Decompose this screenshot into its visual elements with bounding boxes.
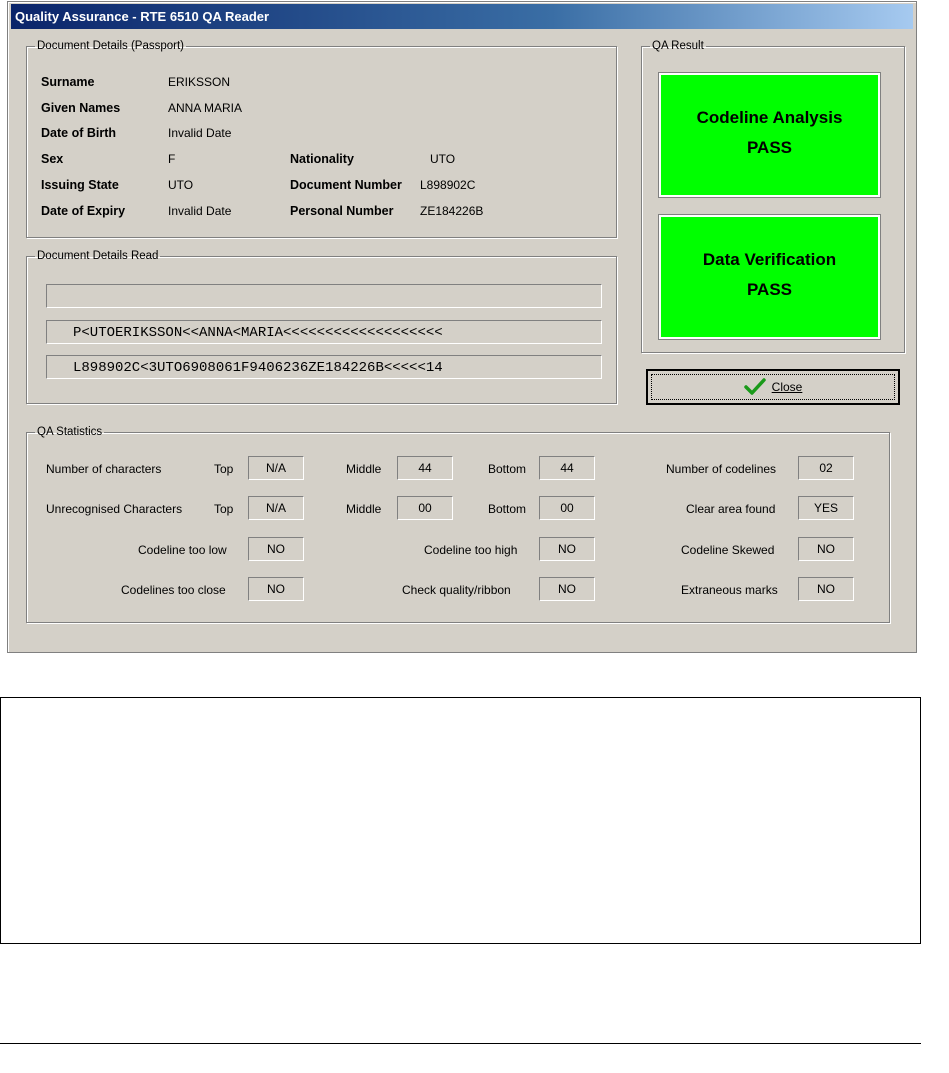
sex-label: Sex [41, 152, 64, 166]
personal-number-value: ZE184226B [420, 204, 484, 218]
unrec-top-value: N/A [248, 496, 304, 520]
sex-value: F [168, 152, 176, 166]
codeline-2: P<UTOERIKSSON<<ANNA<MARIA<<<<<<<<<<<<<<<… [46, 320, 602, 344]
data-verification-title: Data Verification [702, 250, 837, 269]
data-verification-status: PASS [746, 280, 793, 299]
codeline-analysis-status: PASS [746, 138, 793, 157]
unrec-bottom-label: Bottom [488, 502, 527, 516]
qa-statistics-legend: QA Statistics [37, 426, 103, 438]
document-read-legend: Document Details Read [37, 250, 159, 262]
number-of-codelines-label: Number of codelines [666, 462, 777, 476]
extraneous-marks-label: Extraneous marks [681, 583, 778, 597]
codeline-skewed-value: NO [798, 537, 854, 561]
codeline-3: L898902C<3UTO6908061F9406236ZE184226B<<<… [46, 355, 602, 379]
num-bottom-label: Bottom [488, 462, 527, 476]
expiry-label: Date of Expiry [41, 204, 126, 218]
qa-reader-window: Quality Assurance - RTE 6510 QA Reader D… [7, 1, 917, 653]
codeline-too-high-label: Codeline too high [424, 543, 518, 557]
nationality-label: Nationality [290, 152, 354, 166]
codeline-analysis-title: Codeline Analysis [696, 108, 843, 127]
number-of-characters-label: Number of characters [46, 462, 162, 476]
check-quality-value: NO [539, 577, 595, 601]
close-button-focus: Close [651, 374, 895, 400]
empty-frame [0, 697, 921, 944]
surname-value: ERIKSSON [168, 75, 231, 89]
clear-area-label: Clear area found [686, 502, 776, 516]
given-names-value: ANNA MARIA [168, 101, 243, 115]
codeline-analysis-panel: Codeline Analysis PASS [658, 72, 881, 198]
unrec-top-label: Top [214, 502, 234, 516]
issuing-state-value: UTO [168, 178, 194, 192]
codeline-too-low-label: Codeline too low [138, 543, 227, 557]
dob-label: Date of Birth [41, 126, 116, 140]
unrec-middle-value: 00 [397, 496, 453, 520]
document-number-value: L898902C [420, 178, 476, 192]
close-button[interactable]: Close [646, 369, 900, 405]
num-chars-bottom-value: 44 [539, 456, 595, 480]
check-quality-label: Check quality/ribbon [402, 583, 511, 597]
window-title: Quality Assurance - RTE 6510 QA Reader [11, 4, 913, 29]
document-number-label: Document Number [290, 178, 402, 192]
personal-number-label: Personal Number [290, 204, 394, 218]
surname-label: Surname [41, 75, 95, 89]
extraneous-marks-value: NO [798, 577, 854, 601]
codeline-skewed-label: Codeline Skewed [681, 543, 775, 557]
num-top-label: Top [214, 462, 234, 476]
document-details-legend: Document Details (Passport) [37, 40, 184, 52]
codelines-too-close-label: Codelines too close [121, 583, 226, 597]
nationality-value: UTO [430, 152, 456, 166]
dob-value: Invalid Date [168, 126, 232, 140]
num-middle-label: Middle [346, 462, 382, 476]
unrec-bottom-value: 00 [539, 496, 595, 520]
num-chars-middle-value: 44 [397, 456, 453, 480]
expiry-value: Invalid Date [168, 204, 232, 218]
qa-result-legend: QA Result [652, 40, 704, 52]
given-names-label: Given Names [41, 101, 121, 115]
close-button-label: Close [771, 380, 803, 394]
num-chars-top-value: N/A [248, 456, 304, 480]
number-of-codelines-value: 02 [798, 456, 854, 480]
clear-area-value: YES [798, 496, 854, 520]
unrecognised-characters-label: Unrecognised Characters [46, 502, 183, 516]
data-verification-panel: Data Verification PASS [658, 214, 881, 340]
issuing-state-label: Issuing State [41, 178, 119, 192]
unrec-middle-label: Middle [346, 502, 382, 516]
horizontal-rule [0, 1043, 921, 1044]
codeline-1 [46, 284, 602, 308]
codelines-too-close-value: NO [248, 577, 304, 601]
codeline-too-low-value: NO [248, 537, 304, 561]
checkmark-icon [743, 378, 766, 395]
codeline-too-high-value: NO [539, 537, 595, 561]
